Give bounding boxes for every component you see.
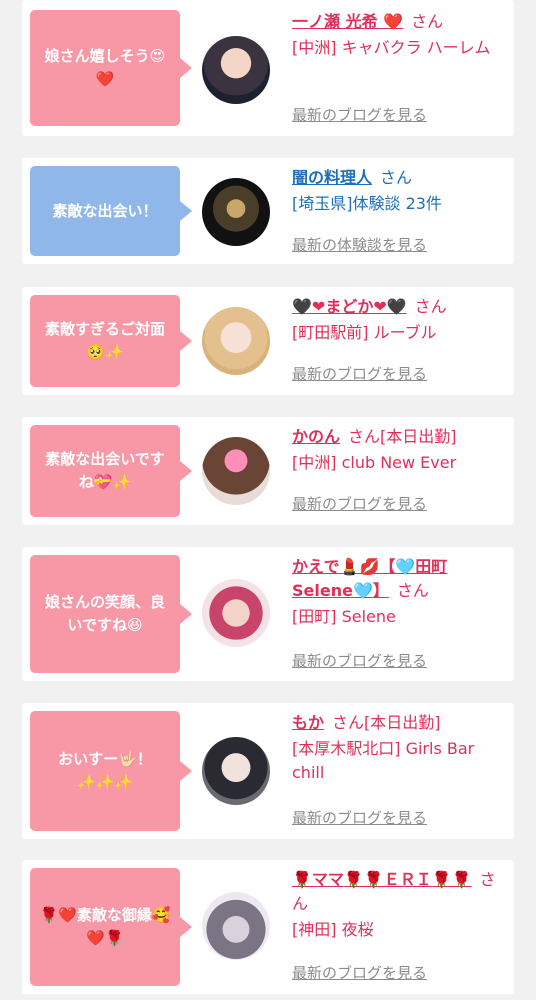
list-item: おいすー🤟🏻！✨✨✨ もか さん[本日出勤] [本厚木駅北口] Girls Bar… <box>22 703 514 839</box>
latest-blog-link[interactable]: 最新のブログを見る <box>292 363 427 384</box>
reviewer-name-link[interactable]: 闇の料理人 <box>292 168 372 187</box>
shop-info: [町田駅前] ルーブル <box>292 323 437 342</box>
cast-name-link[interactable]: もか <box>292 713 324 732</box>
comment-bubble: 🌹❤️素敵な御縁🥰❤️🌹 <box>30 868 192 986</box>
comment-bubble: 素敵な出会い！ <box>30 166 192 256</box>
honorific: さん <box>348 427 381 446</box>
review-info: [埼玉県]体験談 23件 <box>292 194 442 213</box>
avatar[interactable] <box>202 437 270 505</box>
comment-bubble: 素敵すぎるご対面🥺✨ <box>30 295 192 387</box>
cast-name-link[interactable]: 🖤❤まどか❤🖤 <box>292 297 407 316</box>
list-item: 素敵な出会いですね💝✨ かのん さん[本日出勤] [中洲] club New Ev… <box>22 417 514 525</box>
avatar[interactable] <box>202 178 270 246</box>
honorific: さん <box>414 297 447 316</box>
avatar[interactable] <box>202 307 270 375</box>
latest-blog-link[interactable]: 最新のブログを見る <box>292 650 427 671</box>
latest-review-link[interactable]: 最新の体験談を見る <box>292 234 427 255</box>
shop-info: [神田] 夜桜 <box>292 920 374 939</box>
list-item: 娘さんの笑顔、良いですね😆 かえで💄💋【🩵田町Selene🩵】 さん [田町] S… <box>22 547 514 681</box>
avatar[interactable] <box>202 579 270 647</box>
latest-blog-link[interactable]: 最新のブログを見る <box>292 493 427 514</box>
list-item: 素敵すぎるご対面🥺✨ 🖤❤まどか❤🖤 さん [町田駅前] ルーブル 最新のブログを… <box>22 287 514 395</box>
avatar[interactable] <box>202 737 270 805</box>
avatar[interactable] <box>202 36 270 104</box>
attendance-status: [本日出勤] <box>364 713 441 732</box>
honorific: さん <box>380 168 413 187</box>
cast-name-link[interactable]: 一ノ瀬 光希 ❤️ <box>292 12 403 31</box>
shop-info: [本厚木駅北口] Girls Bar chill <box>292 739 475 782</box>
latest-blog-link[interactable]: 最新のブログを見る <box>292 104 427 125</box>
shop-info: [中洲] キャバクラ ハーレム <box>292 38 491 57</box>
honorific: さん <box>396 581 429 600</box>
comment-bubble: 娘さんの笑顔、良いですね😆 <box>30 555 192 673</box>
list-item: 🌹❤️素敵な御縁🥰❤️🌹 🌹ママ🌹🌹ＥＲＩ🌹🌹 さん [神田] 夜桜 最新のブログ… <box>22 860 514 994</box>
list-item: 素敵な出会い！ 闇の料理人 さん [埼玉県]体験談 23件 最新の体験談を見る <box>22 158 514 264</box>
cast-name-link[interactable]: 🌹ママ🌹🌹ＥＲＩ🌹🌹 <box>292 870 472 889</box>
latest-blog-link[interactable]: 最新のブログを見る <box>292 807 427 828</box>
comment-bubble: おいすー🤟🏻！✨✨✨ <box>30 711 192 831</box>
shop-info: [中洲] club New Ever <box>292 453 457 472</box>
shop-info: [田町] Selene <box>292 607 396 626</box>
attendance-status: [本日出勤] <box>380 427 457 446</box>
honorific: さん <box>411 12 444 31</box>
avatar[interactable] <box>202 892 270 960</box>
list-item: 娘さん嬉しそう😍❤️ 一ノ瀬 光希 ❤️ さん [中洲] キャバクラ ハーレム 最… <box>22 0 514 136</box>
comment-bubble: 娘さん嬉しそう😍❤️ <box>30 10 192 126</box>
latest-blog-link[interactable]: 最新のブログを見る <box>292 962 427 983</box>
comment-bubble: 素敵な出会いですね💝✨ <box>30 425 192 517</box>
cast-name-link[interactable]: かのん <box>292 427 340 446</box>
honorific: さん <box>332 713 365 732</box>
